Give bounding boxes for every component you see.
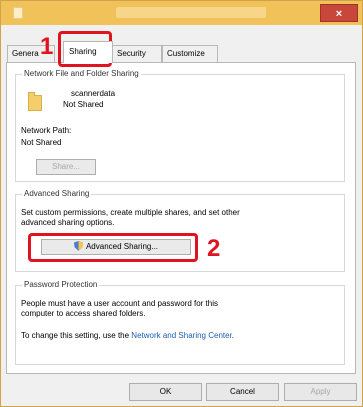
tab-customize[interactable]: Customize	[162, 45, 218, 62]
group-title: Network File and Folder Sharing	[22, 69, 141, 78]
change-setting-text: To change this setting, use the Network …	[21, 331, 234, 340]
callout-number-1: 1	[40, 33, 54, 60]
callout-box-advanced-button	[28, 233, 198, 262]
password-protection-group: Password Protection People must have a u…	[15, 280, 345, 365]
advanced-description-line1: Set custom permissions, create multiple …	[21, 208, 240, 217]
folder-share-status: Not Shared	[63, 100, 104, 109]
sharing-tab-panel: Network File and Folder Sharing scannerd…	[6, 62, 356, 374]
shared-folder-icon	[28, 92, 42, 111]
close-button[interactable]: ×	[320, 4, 358, 22]
group-title: Advanced Sharing	[22, 189, 92, 198]
title-bar[interactable]: ×	[1, 1, 362, 25]
network-sharing-center-link[interactable]: Network and Sharing Center	[131, 331, 232, 340]
folder-icon	[13, 7, 23, 19]
network-sharing-group: Network File and Folder Sharing scannerd…	[15, 69, 345, 182]
window-title-blurred	[116, 7, 266, 18]
tab-sharing[interactable]: Sharing	[63, 41, 113, 63]
cancel-button[interactable]: Cancel	[206, 383, 279, 401]
group-title: Password Protection	[22, 280, 100, 289]
advanced-description-line2: advanced sharing options.	[21, 218, 115, 227]
share-button[interactable]: Share...	[36, 159, 96, 175]
change-suffix: .	[231, 331, 235, 340]
password-line2: computer to access shared folders.	[21, 309, 146, 318]
properties-window: × Genera Sharing Security Customize Netw…	[0, 0, 363, 407]
password-line1: People must have a user account and pass…	[21, 299, 218, 308]
apply-button[interactable]: Apply	[284, 383, 357, 401]
tab-security[interactable]: Security	[112, 45, 162, 62]
network-path-value: Not Shared	[21, 138, 62, 147]
folder-name: scannerdata	[71, 89, 116, 98]
network-path-label: Network Path:	[21, 126, 72, 135]
change-prefix: To change this setting, use the	[21, 331, 132, 340]
ok-button[interactable]: OK	[129, 383, 202, 401]
callout-number-2: 2	[207, 235, 221, 262]
